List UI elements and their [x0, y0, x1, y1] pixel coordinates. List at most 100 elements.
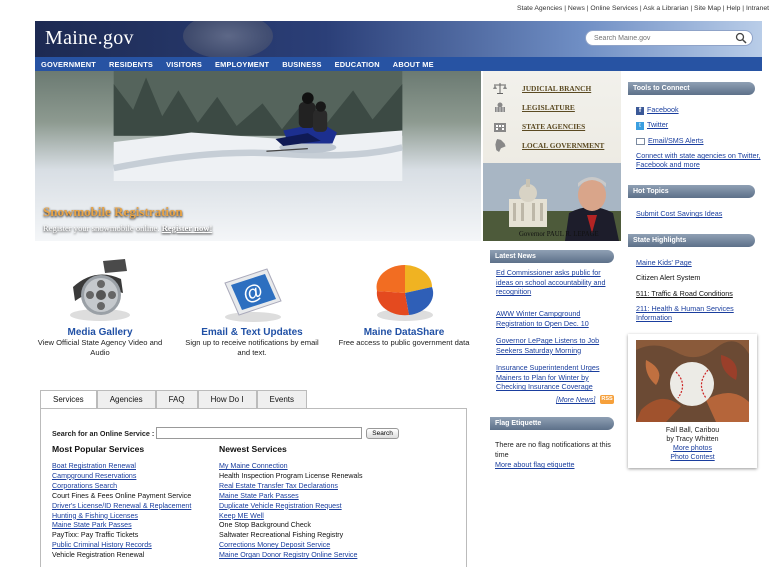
- nav-government[interactable]: GOVERNMENT: [41, 60, 96, 69]
- service-link[interactable]: Maine State Park Passes: [219, 492, 363, 502]
- more-photos-link[interactable]: More photos: [628, 444, 757, 453]
- services-tabs: Services Agencies FAQ How Do I Events: [40, 390, 307, 409]
- flag-etiquette-header: Flag Etiquette: [490, 417, 614, 430]
- tab-events[interactable]: Events: [256, 390, 307, 408]
- datashare-title[interactable]: Maine DataShare: [334, 327, 474, 338]
- service-link[interactable]: Campground Reservations: [52, 472, 191, 482]
- tab-how-do-i[interactable]: How Do I: [197, 390, 257, 408]
- service-link[interactable]: Duplicate Vehicle Registration Request: [219, 502, 363, 512]
- service-link[interactable]: Vehicle Registration Renewal: [52, 551, 191, 561]
- local-government-label: LOCAL GOVERNMENT: [522, 140, 605, 150]
- news-item[interactable]: AWW Winter Campground Registration to Op…: [496, 309, 616, 328]
- media-gallery-feature[interactable]: Media Gallery View Official State Agency…: [30, 257, 170, 358]
- service-link[interactable]: One Stop Background Check: [219, 521, 363, 531]
- email-updates-title[interactable]: Email & Text Updates: [182, 327, 322, 338]
- service-link[interactable]: Boat Registration Renewal: [52, 462, 191, 472]
- state-seal-icon: [183, 21, 273, 57]
- tab-services[interactable]: Services: [40, 390, 97, 409]
- email-alerts-label: Email/SMS Alerts: [648, 136, 704, 145]
- cost-savings-link[interactable]: Submit Cost Savings Ideas: [636, 209, 722, 218]
- facebook-link[interactable]: f Facebook: [636, 105, 679, 115]
- governor-image: [483, 163, 621, 241]
- hot-topics-header: Hot Topics: [628, 185, 755, 198]
- popular-services-title: Most Popular Services: [52, 444, 145, 454]
- service-link[interactable]: Corporations Search: [52, 482, 191, 492]
- traffic-link[interactable]: 511: Traffic & Road Conditions: [636, 289, 733, 298]
- building-icon: [494, 122, 506, 132]
- state-agencies-link[interactable]: STATE AGENCIES: [493, 119, 585, 133]
- nav-business[interactable]: BUSINESS: [282, 60, 321, 69]
- state-highlights-header: State Highlights: [628, 234, 755, 247]
- hero-title: Snowmobile Registration: [43, 204, 183, 219]
- email-updates-desc: Sign up to receive notifications by emai…: [185, 338, 319, 357]
- facebook-label: Facebook: [647, 105, 679, 114]
- service-link[interactable]: Saltwater Recreational Fishing Registry: [219, 531, 363, 541]
- utility-links[interactable]: State Agencies | News | Online Services …: [517, 5, 769, 12]
- flag-text: There are no flag notifications at this …: [495, 440, 611, 459]
- contest-photo-image[interactable]: [636, 340, 749, 422]
- popular-services-list: Boat Registration Renewal Campground Res…: [52, 462, 191, 561]
- service-link[interactable]: Hunting & Fishing Licenses: [52, 512, 191, 522]
- service-link[interactable]: Keep ME Well: [219, 512, 363, 522]
- maine-map-icon: [495, 138, 506, 152]
- nav-residents[interactable]: RESIDENTS: [109, 60, 153, 69]
- datashare-feature[interactable]: Maine DataShare Free access to public go…: [334, 257, 474, 348]
- service-link[interactable]: Maine Organ Donor Registry Online Servic…: [219, 551, 363, 561]
- nav-about-me[interactable]: ABOUT ME: [393, 60, 434, 69]
- service-search-input[interactable]: [156, 427, 363, 439]
- service-link[interactable]: Court Fines & Fees Online Payment Servic…: [52, 492, 191, 502]
- service-link[interactable]: Public Criminal History Records: [52, 541, 191, 551]
- service-link[interactable]: Driver's License/ID Renewal & Replacemen…: [52, 502, 191, 512]
- state-agencies-label: STATE AGENCIES: [522, 121, 586, 131]
- connect-link[interactable]: Connect with state agencies on Twitter, …: [636, 151, 764, 169]
- judicial-branch-link[interactable]: JUDICIAL BRANCH: [493, 81, 591, 95]
- site-header: Maine.gov: [35, 21, 762, 57]
- news-item[interactable]: Insurance Superintendent Urges Mainers t…: [496, 363, 616, 392]
- site-logo[interactable]: Maine.gov: [45, 27, 134, 50]
- twitter-link[interactable]: t Twitter: [636, 120, 668, 130]
- tab-agencies[interactable]: Agencies: [96, 390, 156, 408]
- site-search: [585, 30, 753, 46]
- news-item[interactable]: Governor LePage Listens to Job Seekers S…: [496, 336, 616, 355]
- search-icon[interactable]: [735, 32, 747, 44]
- register-now-link[interactable]: Register now!: [162, 223, 213, 233]
- nav-visitors[interactable]: VISITORS: [166, 60, 202, 69]
- rss-icon[interactable]: RSS: [600, 395, 614, 404]
- news-item[interactable]: Ed Commissioner asks public for ideas on…: [496, 268, 616, 297]
- tab-faq[interactable]: FAQ: [155, 390, 198, 408]
- latest-news-list: Ed Commissioner asks public for ideas on…: [491, 268, 615, 408]
- capitol-icon: [495, 102, 505, 112]
- service-link[interactable]: PayTixx: Pay Traffic Tickets: [52, 531, 191, 541]
- service-link[interactable]: Health Inspection Program License Renewa…: [219, 472, 363, 482]
- hero-banner[interactable]: Snowmobile Registration Register your sn…: [35, 71, 481, 241]
- governor-caption: Governor PAUL R. LEPAGE: [519, 231, 599, 238]
- datashare-desc: Free access to public government data: [338, 338, 470, 347]
- email-alerts-link[interactable]: Email/SMS Alerts: [636, 136, 704, 145]
- service-search-button[interactable]: Search: [366, 427, 399, 439]
- service-link[interactable]: Maine State Park Passes: [52, 521, 191, 531]
- service-link[interactable]: Corrections Money Deposit Service: [219, 541, 363, 551]
- more-news-link[interactable]: [More News]: [556, 397, 595, 404]
- main-nav: GOVERNMENT RESIDENTS VISITORS EMPLOYMENT…: [35, 57, 762, 71]
- media-gallery-title[interactable]: Media Gallery: [30, 327, 170, 338]
- citizen-alert-link[interactable]: Citizen Alert System: [636, 273, 700, 282]
- local-government-link[interactable]: LOCAL GOVERNMENT: [493, 138, 604, 152]
- twitter-label: Twitter: [647, 120, 669, 129]
- service-link[interactable]: My Maine Connection: [219, 462, 363, 472]
- governor-photo[interactable]: Governor PAUL R. LEPAGE: [483, 163, 621, 241]
- legislature-link[interactable]: LEGISLATURE: [493, 100, 575, 114]
- email-at-icon: @: [224, 268, 282, 322]
- health-services-link[interactable]: 211: Health & Human Services Information: [636, 304, 764, 322]
- scales-icon: [493, 82, 507, 94]
- nav-employment[interactable]: EMPLOYMENT: [215, 60, 269, 69]
- email-updates-feature[interactable]: @ Email & Text Updates Sign up to receiv…: [182, 257, 322, 358]
- kids-page-link[interactable]: Maine Kids' Page: [636, 258, 692, 267]
- envelope-icon: [636, 137, 645, 145]
- judicial-branch-label: JUDICIAL BRANCH: [522, 83, 592, 93]
- photo-contest-link[interactable]: Photo Contest: [628, 453, 757, 462]
- newest-services-list: My Maine Connection Health Inspection Pr…: [219, 462, 363, 561]
- nav-education[interactable]: EDUCATION: [335, 60, 380, 69]
- service-link[interactable]: Real Estate Transfer Tax Declarations: [219, 482, 363, 492]
- flag-etiquette-link[interactable]: More about flag etiquette: [495, 460, 575, 469]
- search-input[interactable]: [594, 31, 734, 45]
